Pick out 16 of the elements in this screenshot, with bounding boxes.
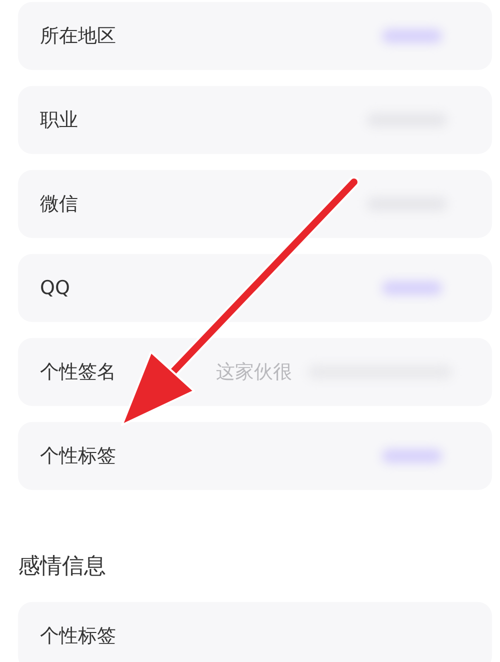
row-label: 个性标签 xyxy=(40,444,116,469)
row-label: QQ xyxy=(40,277,70,299)
section-title: 感情信息 xyxy=(18,553,107,581)
row-card[interactable]: 个性标签 xyxy=(18,422,492,490)
row-label: 微信 xyxy=(40,192,78,217)
row-card[interactable]: 职业 xyxy=(18,86,492,154)
row-card[interactable]: 所在地区 xyxy=(18,2,492,70)
row-label: 个性签名 xyxy=(40,360,116,385)
row-label: 个性标签 xyxy=(40,624,116,649)
row-label: 职业 xyxy=(40,108,78,133)
row-card[interactable]: 微信 xyxy=(18,170,492,238)
row-card[interactable]: 个性标签 xyxy=(18,602,492,662)
row-label: 所在地区 xyxy=(40,24,116,49)
row-card[interactable]: QQ xyxy=(18,254,492,322)
signature-value: 这家伙很 xyxy=(216,360,292,385)
row-card[interactable]: 个性签名 这家伙很 xyxy=(18,338,492,406)
